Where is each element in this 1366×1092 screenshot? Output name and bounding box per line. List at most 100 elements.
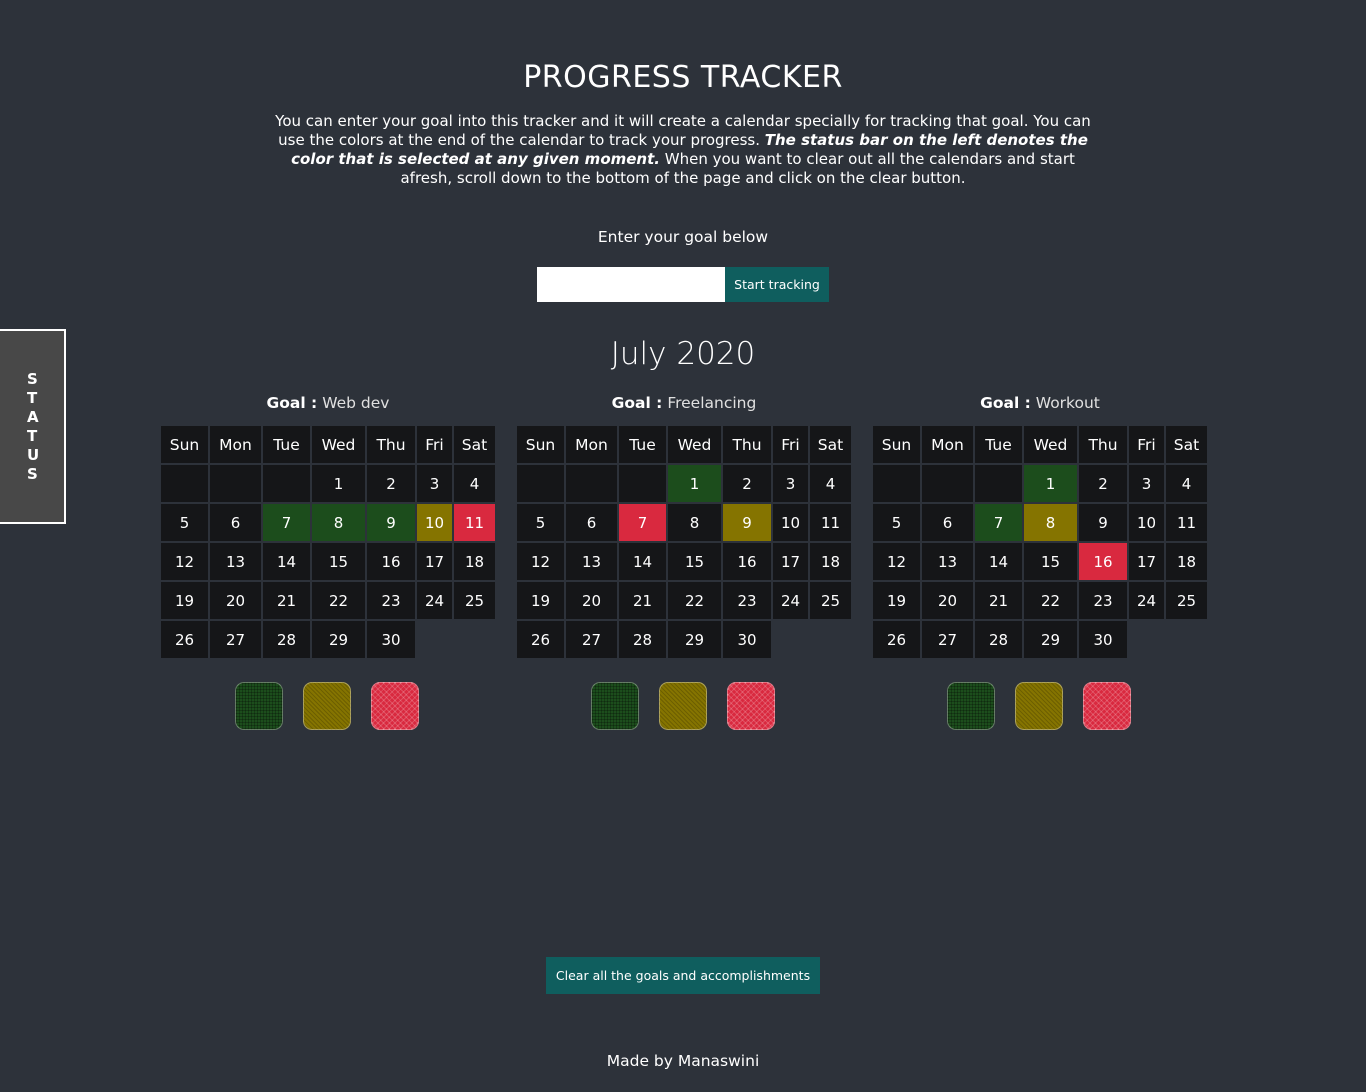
day-cell[interactable]: 22 — [1024, 582, 1077, 619]
day-cell[interactable]: 23 — [367, 582, 415, 619]
day-cell[interactable]: 20 — [566, 582, 617, 619]
start-tracking-button[interactable]: Start tracking — [725, 267, 829, 302]
goal-input[interactable] — [537, 267, 725, 302]
day-cell[interactable]: 27 — [922, 621, 973, 658]
day-cell[interactable]: 10 — [1129, 504, 1164, 541]
day-cell[interactable]: 10 — [773, 504, 808, 541]
green-swatch[interactable] — [235, 682, 283, 730]
day-cell[interactable]: 13 — [566, 543, 617, 580]
day-cell[interactable]: 29 — [1024, 621, 1077, 658]
day-cell[interactable]: 3 — [773, 465, 808, 502]
day-cell[interactable]: 25 — [810, 582, 851, 619]
day-cell[interactable]: 26 — [161, 621, 208, 658]
green-swatch[interactable] — [947, 682, 995, 730]
day-cell[interactable]: 20 — [922, 582, 973, 619]
day-cell[interactable]: 19 — [517, 582, 564, 619]
day-cell[interactable]: 16 — [723, 543, 771, 580]
day-cell[interactable]: 12 — [517, 543, 564, 580]
day-cell[interactable]: 1 — [1024, 465, 1077, 502]
day-cell[interactable]: 27 — [210, 621, 261, 658]
red-swatch[interactable] — [727, 682, 775, 730]
day-cell[interactable]: 2 — [723, 465, 771, 502]
day-cell[interactable]: 22 — [312, 582, 365, 619]
yellow-swatch[interactable] — [303, 682, 351, 730]
day-cell[interactable]: 25 — [1166, 582, 1207, 619]
yellow-swatch[interactable] — [1015, 682, 1063, 730]
day-cell[interactable]: 4 — [454, 465, 495, 502]
day-cell[interactable]: 23 — [1079, 582, 1127, 619]
day-cell[interactable]: 16 — [1079, 543, 1127, 580]
day-cell[interactable]: 11 — [1166, 504, 1207, 541]
red-swatch[interactable] — [371, 682, 419, 730]
day-cell[interactable]: 7 — [975, 504, 1022, 541]
day-cell[interactable]: 25 — [454, 582, 495, 619]
day-cell[interactable]: 17 — [773, 543, 808, 580]
day-cell[interactable]: 28 — [263, 621, 310, 658]
day-cell[interactable]: 24 — [1129, 582, 1164, 619]
day-cell[interactable]: 29 — [668, 621, 721, 658]
day-cell[interactable]: 26 — [517, 621, 564, 658]
day-cell[interactable]: 3 — [1129, 465, 1164, 502]
day-cell[interactable]: 17 — [417, 543, 452, 580]
yellow-swatch[interactable] — [659, 682, 707, 730]
day-cell[interactable]: 2 — [367, 465, 415, 502]
day-cell[interactable]: 30 — [723, 621, 771, 658]
clear-all-button[interactable]: Clear all the goals and accomplishments — [546, 957, 820, 994]
day-cell[interactable]: 15 — [668, 543, 721, 580]
day-cell[interactable]: 18 — [810, 543, 851, 580]
day-cell[interactable]: 9 — [367, 504, 415, 541]
day-cell[interactable]: 19 — [161, 582, 208, 619]
day-cell[interactable]: 13 — [210, 543, 261, 580]
day-cell[interactable]: 21 — [975, 582, 1022, 619]
day-cell[interactable]: 15 — [1024, 543, 1077, 580]
day-cell[interactable]: 6 — [922, 504, 973, 541]
day-cell[interactable]: 11 — [454, 504, 495, 541]
day-cell[interactable]: 3 — [417, 465, 452, 502]
day-cell[interactable]: 16 — [367, 543, 415, 580]
day-cell[interactable]: 8 — [312, 504, 365, 541]
day-cell[interactable]: 23 — [723, 582, 771, 619]
day-cell[interactable]: 4 — [1166, 465, 1207, 502]
day-cell[interactable]: 14 — [263, 543, 310, 580]
day-cell[interactable]: 21 — [619, 582, 666, 619]
day-cell[interactable]: 6 — [566, 504, 617, 541]
day-cell[interactable]: 1 — [312, 465, 365, 502]
day-cell[interactable]: 10 — [417, 504, 452, 541]
day-cell[interactable]: 27 — [566, 621, 617, 658]
day-cell[interactable]: 7 — [619, 504, 666, 541]
day-cell[interactable]: 14 — [975, 543, 1022, 580]
day-cell[interactable]: 26 — [873, 621, 920, 658]
day-cell[interactable]: 1 — [668, 465, 721, 502]
day-cell[interactable]: 28 — [975, 621, 1022, 658]
day-cell[interactable]: 4 — [810, 465, 851, 502]
day-cell[interactable]: 24 — [417, 582, 452, 619]
day-cell[interactable]: 7 — [263, 504, 310, 541]
day-cell[interactable]: 18 — [454, 543, 495, 580]
day-cell[interactable]: 2 — [1079, 465, 1127, 502]
day-cell[interactable]: 5 — [873, 504, 920, 541]
day-cell[interactable]: 11 — [810, 504, 851, 541]
day-cell[interactable]: 20 — [210, 582, 261, 619]
day-cell[interactable]: 30 — [367, 621, 415, 658]
day-cell[interactable]: 17 — [1129, 543, 1164, 580]
green-swatch[interactable] — [591, 682, 639, 730]
day-cell[interactable]: 14 — [619, 543, 666, 580]
day-cell[interactable]: 28 — [619, 621, 666, 658]
day-cell[interactable]: 9 — [723, 504, 771, 541]
day-cell[interactable]: 13 — [922, 543, 973, 580]
day-cell[interactable]: 8 — [1024, 504, 1077, 541]
day-cell[interactable]: 18 — [1166, 543, 1207, 580]
day-cell[interactable]: 6 — [210, 504, 261, 541]
day-cell[interactable]: 8 — [668, 504, 721, 541]
day-cell[interactable]: 12 — [161, 543, 208, 580]
day-cell[interactable]: 19 — [873, 582, 920, 619]
day-cell[interactable]: 30 — [1079, 621, 1127, 658]
day-cell[interactable]: 22 — [668, 582, 721, 619]
day-cell[interactable]: 15 — [312, 543, 365, 580]
day-cell[interactable]: 21 — [263, 582, 310, 619]
red-swatch[interactable] — [1083, 682, 1131, 730]
day-cell[interactable]: 24 — [773, 582, 808, 619]
day-cell[interactable]: 29 — [312, 621, 365, 658]
day-cell[interactable]: 5 — [517, 504, 564, 541]
day-cell[interactable]: 9 — [1079, 504, 1127, 541]
